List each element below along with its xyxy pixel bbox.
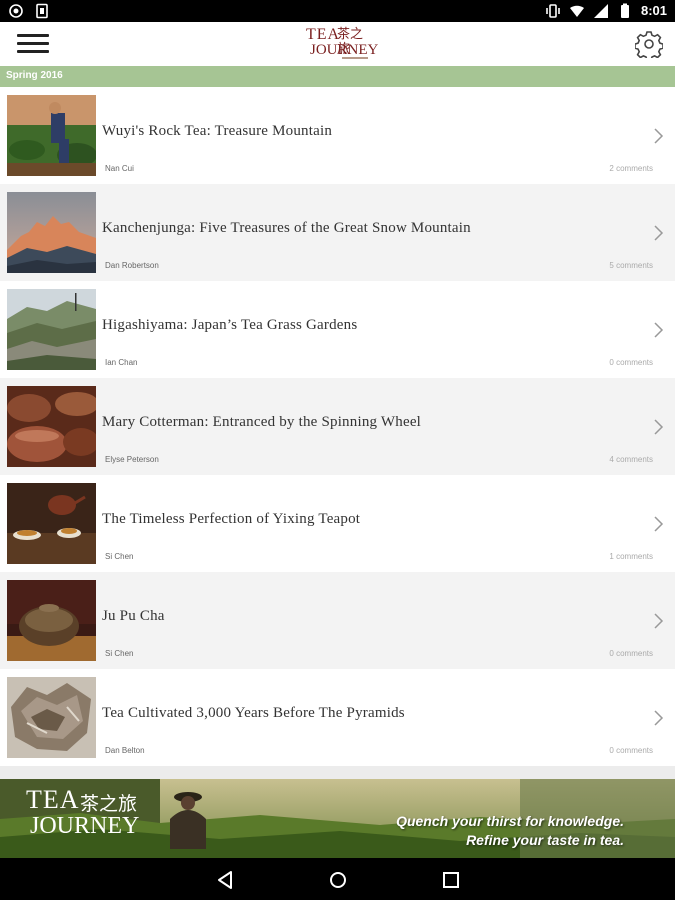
article-thumbnail — [7, 386, 96, 467]
article-title: Kanchenjunga: Five Treasures of the Grea… — [102, 220, 471, 236]
system-nav-bar — [0, 858, 675, 900]
article-author: Dan Robertson — [105, 261, 159, 270]
article-title: Ju Pu Cha — [102, 608, 165, 624]
article-author: Si Chen — [105, 649, 134, 658]
article-title: Mary Cotterman: Entranced by the Spinnin… — [102, 414, 422, 430]
hamburger-menu-icon[interactable] — [17, 34, 49, 54]
back-icon[interactable] — [215, 869, 237, 891]
banner-tagline-2: Refine your taste in tea. — [466, 832, 624, 848]
recents-icon[interactable] — [440, 869, 462, 891]
gear-icon[interactable] — [635, 30, 663, 58]
article-row[interactable]: The Timeless Perfection of Yixing Teapot… — [0, 475, 675, 572]
article-list: Wuyi's Rock Tea: Treasure Mountain Nan C… — [0, 87, 675, 766]
chevron-right-icon — [654, 419, 664, 435]
article-row[interactable]: Ju Pu Cha Si Chen 0 comments — [0, 572, 675, 669]
comment-count: 0 comments — [609, 746, 653, 755]
article-author: Ian Chan — [105, 358, 138, 367]
comment-count: 2 comments — [609, 164, 653, 173]
signal-icon — [593, 4, 608, 18]
tea-journey-logo: TEA 茶之旅 JOURNEY — [306, 26, 378, 61]
article-row[interactable]: Kanchenjunga: Five Treasures of the Grea… — [0, 184, 675, 281]
article-title: Wuyi's Rock Tea: Treasure Mountain — [102, 123, 333, 139]
article-author: Elyse Peterson — [105, 455, 159, 464]
article-author: Dan Belton — [105, 746, 145, 755]
chevron-right-icon — [654, 225, 664, 241]
article-thumbnail — [7, 677, 96, 758]
article-row[interactable]: Mary Cotterman: Entranced by the Spinnin… — [0, 378, 675, 475]
article-thumbnail — [7, 483, 96, 564]
comment-count: 4 comments — [609, 455, 653, 464]
sim-icon — [36, 3, 48, 19]
chevron-right-icon — [654, 710, 664, 726]
chevron-right-icon — [654, 128, 664, 144]
article-title: Tea Cultivated 3,000 Years Before The Py… — [102, 705, 405, 721]
article-title: Higashiyama: Japan’s Tea Grass Gardens — [102, 317, 358, 333]
battery-icon — [620, 3, 629, 18]
article-row[interactable]: Higashiyama: Japan’s Tea Grass Gardens I… — [0, 281, 675, 378]
promo-banner[interactable]: TEA 茶之旅 JOURNEY Quench your thirst for k… — [0, 779, 675, 858]
article-author: Nan Cui — [105, 164, 134, 173]
wifi-icon — [569, 5, 584, 17]
article-author: Si Chen — [105, 552, 134, 561]
logo-text-tea: TEA — [306, 26, 341, 43]
article-thumbnail — [7, 95, 96, 176]
banner-logo-tea: TEA — [26, 785, 80, 814]
banner-logo-journey: JOURNEY — [30, 813, 140, 839]
article-title: The Timeless Perfection of Yixing Teapot — [102, 511, 361, 527]
clock: 8:01 — [640, 3, 667, 18]
article-thumbnail — [7, 289, 96, 370]
issue-label: Spring 2016 — [6, 70, 63, 81]
logo-text-journey: JOURNEY — [310, 42, 379, 58]
banner-tagline-1: Quench your thirst for knowledge. — [396, 813, 624, 829]
chevron-right-icon — [654, 516, 664, 532]
vibrate-icon — [546, 4, 560, 18]
shield-icon — [9, 4, 23, 18]
issue-section-header: Spring 2016 — [0, 66, 675, 87]
comment-count: 0 comments — [609, 649, 653, 658]
article-row[interactable]: Tea Cultivated 3,000 Years Before The Py… — [0, 669, 675, 766]
article-thumbnail — [7, 192, 96, 273]
app-header: TEA 茶之旅 JOURNEY — [0, 22, 675, 66]
status-bar: 8:01 — [0, 0, 675, 22]
logo-underline — [342, 57, 368, 59]
article-thumbnail — [7, 580, 96, 661]
comment-count: 5 comments — [609, 261, 653, 270]
chevron-right-icon — [654, 613, 664, 629]
banner-logo-chinese: 茶之旅 — [80, 793, 138, 815]
article-row[interactable]: Wuyi's Rock Tea: Treasure Mountain Nan C… — [0, 87, 675, 184]
home-icon[interactable] — [327, 869, 349, 891]
comment-count: 1 comments — [609, 552, 653, 561]
chevron-right-icon — [654, 322, 664, 338]
comment-count: 0 comments — [609, 358, 653, 367]
